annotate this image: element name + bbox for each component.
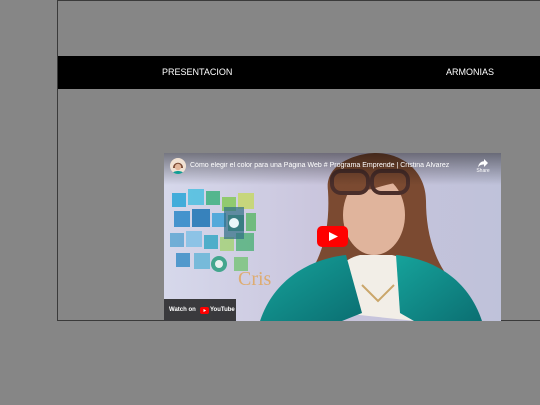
page: PRESENTACION ARMONIAS Cris Cómo elegir e… xyxy=(0,0,540,405)
nav-link-presentacion[interactable]: PRESENTACION xyxy=(162,67,232,78)
share-label: Share xyxy=(476,168,490,174)
video-title[interactable]: Cómo elegir el color para una Página Web… xyxy=(190,162,470,170)
nav-link-armonias[interactable]: ARMONIAS xyxy=(446,67,494,78)
watch-on-label: Watch on xyxy=(169,307,196,313)
youtube-logo-icon xyxy=(200,306,209,314)
play-button[interactable] xyxy=(317,226,348,247)
youtube-label: YouTube xyxy=(210,307,235,313)
youtube-logo: YouTube xyxy=(200,306,235,314)
channel-avatar[interactable] xyxy=(170,158,186,174)
youtube-play-icon xyxy=(317,226,348,247)
video-title-overlay: Cómo elegir el color para una Página Web… xyxy=(164,153,501,185)
svg-text:Cris: Cris xyxy=(238,268,272,290)
share-icon xyxy=(478,159,488,168)
share-button[interactable]: Share xyxy=(472,158,494,178)
main-navbar: PRESENTACION ARMONIAS xyxy=(58,56,540,89)
watch-on-youtube-button[interactable]: Watch on YouTube xyxy=(164,299,236,321)
youtube-video-embed[interactable]: Cris Cómo elegir el color para una Págin… xyxy=(164,153,501,321)
